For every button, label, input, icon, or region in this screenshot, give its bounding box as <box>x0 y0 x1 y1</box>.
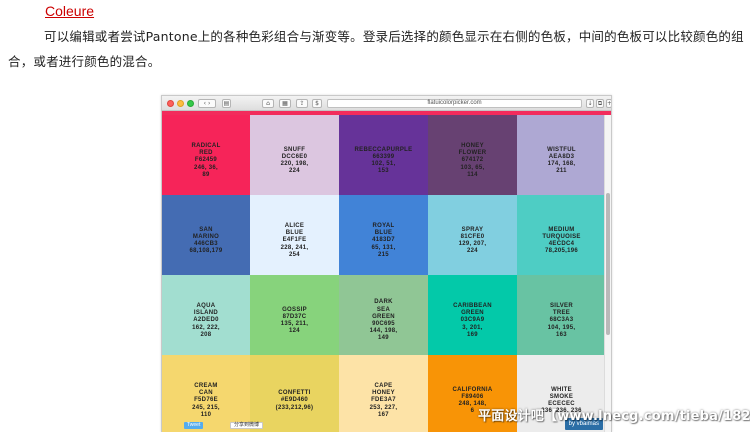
color-swatch[interactable]: MEDIUM TURQUOISE 4ECDC4 78,205,196 <box>517 195 606 275</box>
coleure-link[interactable]: Coleure <box>45 3 94 19</box>
swatch-label: SPRAY 81CFE0 129, 207, 224 <box>458 226 487 255</box>
browser-titlebar: ‹ › ▤ ⌂ ▦ ⇪ $ flatuicolorpicker.com ↓ ⧉ … <box>162 96 611 111</box>
swatch-label: HONEY FLOWER 674172 103, 65, 114 <box>458 142 487 178</box>
currency-icon[interactable]: $ <box>312 99 322 108</box>
swatch-label: MEDIUM TURQUOISE 4ECDC4 78,205,196 <box>542 226 581 255</box>
color-swatch-grid: RADICAL RED F62459 246, 36, 89 SNUFF DCC6… <box>162 115 606 432</box>
tabs-icon[interactable]: ⧉ <box>596 99 604 108</box>
grid-icon[interactable]: ▦ <box>279 99 291 108</box>
close-window-icon[interactable] <box>167 100 174 107</box>
weibo-share-button[interactable]: 分享到微博 <box>230 422 264 429</box>
swatch-label: AQUA ISLAND A2DED0 162, 222, 208 <box>192 302 220 338</box>
color-swatch[interactable]: CONFETTI #E9D460 (233,212,96) <box>250 355 339 432</box>
minimize-window-icon[interactable] <box>177 100 184 107</box>
scrollbar-thumb[interactable] <box>606 193 610 335</box>
color-swatch[interactable]: ROYAL BLUE 4183D7 65, 131, 215 <box>339 195 428 275</box>
browser-screenshot: ‹ › ▤ ⌂ ▦ ⇪ $ flatuicolorpicker.com ↓ ⧉ … <box>161 95 612 432</box>
color-swatch[interactable]: DARK SEA GREEN 90C695 144, 198, 149 <box>339 275 428 355</box>
sidebar-icon[interactable]: ▤ <box>222 99 231 108</box>
swatch-label: ALICE BLUE E4F1FE 228, 241, 254 <box>280 222 309 258</box>
zoom-window-icon[interactable] <box>187 100 194 107</box>
color-swatch[interactable]: CREAM CAN F5D76E 245, 215, 110 <box>162 355 250 432</box>
download-icon[interactable]: ↓ <box>586 99 594 108</box>
swatch-label: ROYAL BLUE 4183D7 65, 131, 215 <box>371 222 396 258</box>
swatch-label: DARK SEA GREEN 90C695 144, 198, 149 <box>369 299 398 342</box>
color-swatch[interactable]: CAPE HONEY FDE3A7 253, 227, 167 <box>339 355 428 432</box>
color-swatch[interactable]: SPRAY 81CFE0 129, 207, 224 <box>428 195 517 275</box>
color-swatch[interactable]: SILVER TREE 68C3A3 104, 195, 163 <box>517 275 606 355</box>
add-tab-icon[interactable]: + <box>606 99 611 108</box>
color-swatch[interactable]: GOSSIP 87D37C 135, 211, 124 <box>250 275 339 355</box>
home-icon[interactable]: ⌂ <box>262 99 274 108</box>
swatch-label: SNUFF DCC6E0 220, 198, 224 <box>280 146 309 175</box>
swatch-label: CAPE HONEY FDE3A7 253, 227, 167 <box>369 382 398 418</box>
swatch-label: CARIBBEAN GREEN 03C9A9 3, 201, 169 <box>453 302 492 338</box>
share-icon[interactable]: ⇪ <box>296 99 308 108</box>
color-swatch[interactable]: SNUFF DCC6E0 220, 198, 224 <box>250 115 339 195</box>
color-swatch[interactable]: HONEY FLOWER 674172 103, 65, 114 <box>428 115 517 195</box>
color-swatch[interactable]: RADICAL RED F62459 246, 36, 89 <box>162 115 250 195</box>
url-bar[interactable]: flatuicolorpicker.com <box>327 99 582 108</box>
swatch-label: REBECCAPURPLE 663399 102, 51, 153 <box>354 146 413 175</box>
swatch-label: RADICAL RED F62459 246, 36, 89 <box>191 142 221 178</box>
color-swatch[interactable]: REBECCAPURPLE 663399 102, 51, 153 <box>339 115 428 195</box>
swatch-label: CONFETTI #E9D460 (233,212,96) <box>275 390 314 411</box>
back-forward-icon[interactable]: ‹ › <box>198 99 216 108</box>
article-paragraph: 可以编辑或者尝试Pantone上的各种色彩组合与渐变等。登录后选择的颜色显示在右… <box>8 29 744 69</box>
tweet-button[interactable]: Tweet <box>184 422 204 429</box>
swatch-label: GOSSIP 87D37C 135, 211, 124 <box>280 306 309 335</box>
color-swatch[interactable]: WISTFUL AEA8D3 174, 168, 211 <box>517 115 606 195</box>
color-swatch[interactable]: ALICE BLUE E4F1FE 228, 241, 254 <box>250 195 339 275</box>
swatch-label: SILVER TREE 68C3A3 104, 195, 163 <box>547 302 576 338</box>
color-swatch[interactable]: SAN MARINO 446CB3 68,108,179 <box>162 195 250 275</box>
site-watermark: 平面设计吧【www.lnecg.com/tieba/1822】 <box>478 409 750 424</box>
color-swatch[interactable]: AQUA ISLAND A2DED0 162, 222, 208 <box>162 275 250 355</box>
swatch-label: WISTFUL AEA8D3 174, 168, 211 <box>547 146 576 175</box>
color-swatch[interactable]: CARIBBEAN GREEN 03C9A9 3, 201, 169 <box>428 275 517 355</box>
swatch-label: CREAM CAN F5D76E 245, 215, 110 <box>192 382 220 418</box>
scrollbar[interactable] <box>604 115 611 432</box>
swatch-label: SAN MARINO 446CB3 68,108,179 <box>189 226 223 255</box>
